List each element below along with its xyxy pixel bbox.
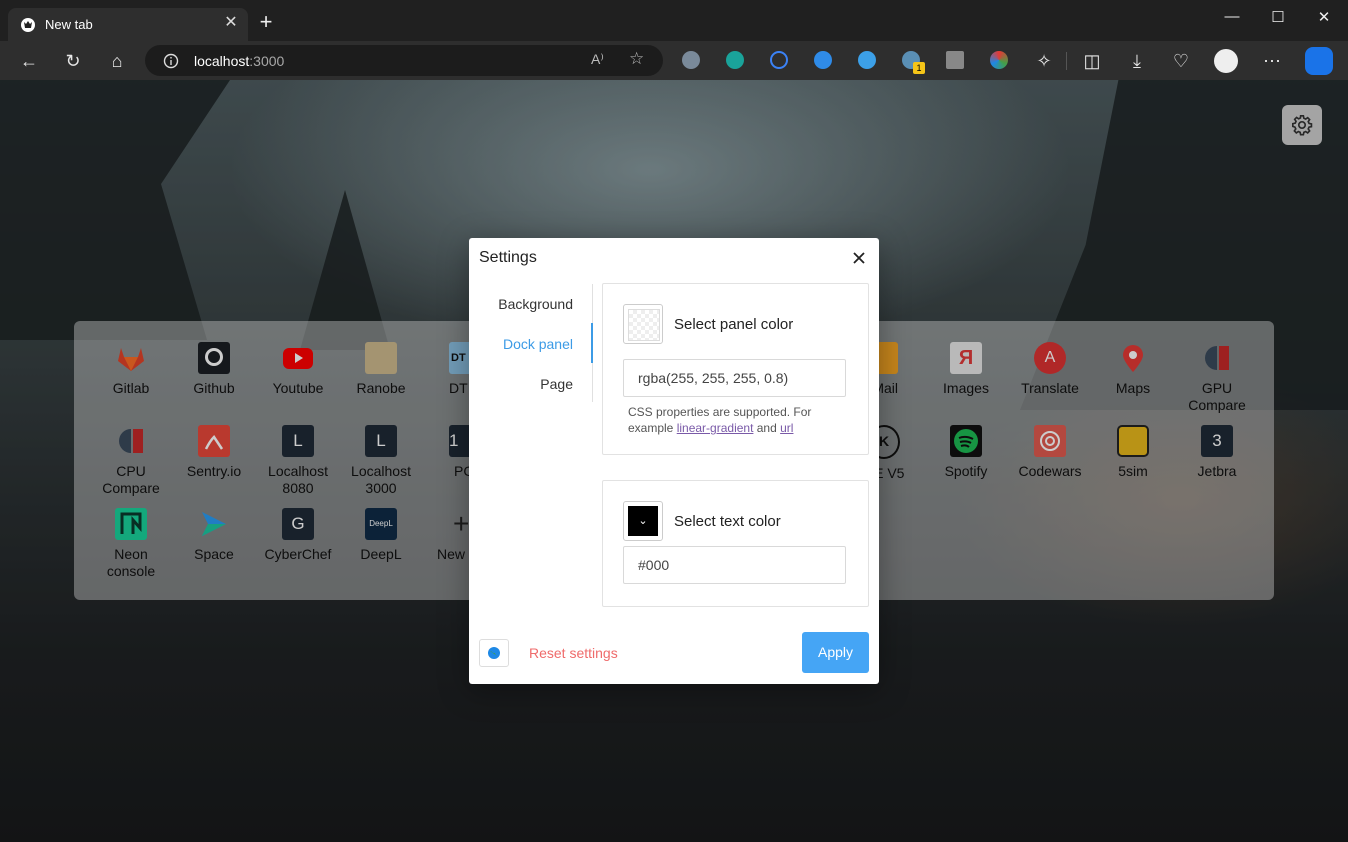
site-info-icon[interactable] [163, 53, 179, 69]
extension-mask-icon[interactable] [814, 51, 832, 69]
tab-background[interactable]: Background [498, 296, 573, 312]
extension-figure-icon[interactable] [770, 51, 788, 69]
panel-color-card: Select panel color rgba(255, 255, 255, 0… [602, 283, 869, 455]
text-color-input[interactable]: #000 [623, 546, 846, 584]
home-icon[interactable]: ⌂ [105, 49, 129, 73]
panel-color-swatch[interactable] [623, 304, 663, 344]
panel-color-hint: CSS properties are supported. For exampl… [628, 405, 812, 435]
extension-color-icon[interactable] [990, 51, 1008, 69]
more-menu-icon[interactable]: ⋯ [1260, 49, 1284, 73]
transparent-swatch-icon [628, 309, 660, 341]
extensions-puzzle-icon[interactable]: ✧ [1032, 49, 1056, 73]
panel-color-label: Select panel color [674, 316, 794, 333]
maximize-icon[interactable]: ☐ [1263, 8, 1293, 26]
text-color-label: Select text color [674, 513, 781, 530]
reset-settings-button[interactable]: Reset settings [529, 645, 618, 661]
url-text: localhost:3000 [194, 53, 285, 69]
tab-strip: New tab ✕ + — ☐ ✕ [0, 0, 1348, 41]
toolbar-divider [1066, 52, 1067, 70]
close-icon[interactable] [850, 249, 868, 267]
modal-title: Settings [479, 249, 537, 266]
close-tab-icon[interactable]: ✕ [222, 14, 240, 32]
favorite-star-icon[interactable]: ☆ [629, 49, 644, 69]
text-color-card: ⌄ Select text color #000 [602, 480, 869, 607]
new-tab-page: Gitlab Github Youtube Ranobe DT DT Mail … [0, 80, 1348, 842]
back-icon[interactable]: ← [17, 49, 41, 73]
url-link[interactable]: url [780, 421, 793, 435]
chevron-down-icon: ⌄ [628, 506, 658, 536]
copilot-icon[interactable] [1305, 47, 1333, 75]
apply-button[interactable]: Apply [802, 632, 869, 673]
globe-icon [488, 647, 500, 659]
extension-v-icon[interactable] [946, 51, 964, 69]
active-tab-indicator [591, 323, 593, 363]
new-tab-icon[interactable]: + [256, 11, 276, 33]
settings-tabs: Background Dock panel Page [469, 284, 593, 404]
window-close-icon[interactable]: ✕ [1309, 8, 1339, 26]
read-aloud-icon[interactable]: A⁾ [591, 51, 604, 68]
browser-tab[interactable]: New tab ✕ [8, 8, 248, 41]
text-color-swatch[interactable]: ⌄ [623, 501, 663, 541]
address-bar[interactable]: localhost:3000 A⁾ ☆ [145, 45, 663, 76]
performance-icon[interactable]: ♡ [1169, 49, 1193, 73]
wolf-favicon-icon [21, 18, 35, 32]
settings-modal: Settings Background Dock panel Page Sele… [469, 238, 879, 684]
split-screen-icon[interactable]: ◫ [1080, 49, 1104, 73]
linear-gradient-link[interactable]: linear-gradient [677, 421, 754, 435]
extension-shazam-icon[interactable] [858, 51, 876, 69]
panel-color-input[interactable]: rgba(255, 255, 255, 0.8) [623, 359, 846, 397]
downloads-icon[interactable]: ⤓ [1125, 49, 1149, 73]
profile-avatar[interactable] [1214, 49, 1238, 73]
browser-toolbar: ← ↻ ⌂ localhost:3000 A⁾ ☆ 1 ✧ ◫ ⤓ ♡ ⋯ [0, 41, 1348, 80]
extension-badge: 1 [913, 62, 925, 74]
minimize-icon[interactable]: — [1217, 8, 1247, 26]
tab-dock-panel[interactable]: Dock panel [503, 336, 573, 352]
extension-code-icon[interactable] [726, 51, 744, 69]
language-button[interactable] [479, 639, 509, 667]
tab-title: New tab [45, 17, 93, 32]
extension-spy-icon[interactable] [682, 51, 700, 69]
tab-page[interactable]: Page [540, 376, 573, 392]
reload-icon[interactable]: ↻ [61, 49, 85, 73]
